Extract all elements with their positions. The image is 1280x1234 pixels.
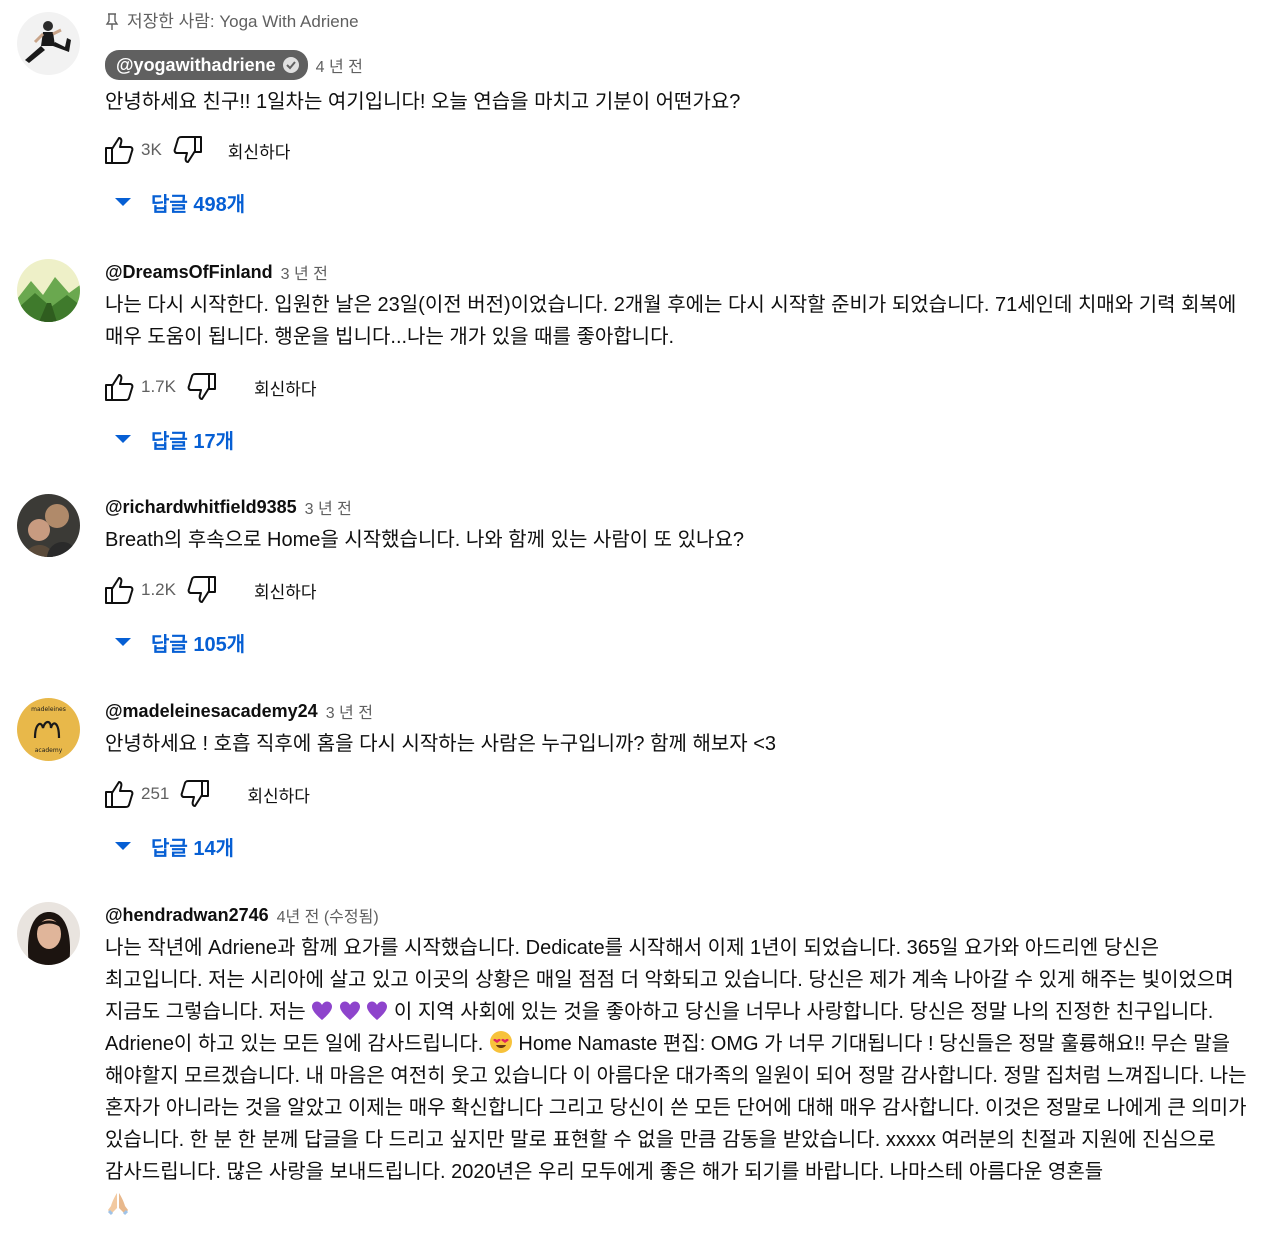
like-count: 251 (141, 784, 170, 803)
dislike-button[interactable] (184, 369, 220, 405)
reply-button[interactable]: 회신하다 (228, 138, 291, 163)
comment-header: @richardwhitfield9385 3 년 전 (105, 492, 1260, 522)
author-name[interactable]: @DreamsOfFinland (105, 262, 273, 283)
like-button[interactable] (101, 776, 137, 812)
action-bar: 251 회신하다 (101, 774, 1260, 814)
comment-text: 나는 다시 시작한다. 입원한 날은 23일(이전 버전)이었습니다. 2개월 … (105, 294, 1237, 348)
comment-text: Breath의 후속으로 Home을 시작했습니다. 나와 함께 있는 사람이 … (105, 529, 744, 551)
like-button[interactable] (101, 132, 137, 168)
like-icon (105, 374, 134, 401)
reply-button[interactable]: 회신하다 (247, 782, 310, 807)
timestamp[interactable]: 3 년 전 (281, 260, 328, 284)
comment-body: 저장한 사람: Yoga With Adriene @yogawithadrie… (105, 10, 1260, 220)
replies-label: 답글 105개 (151, 633, 246, 656)
replies-label: 답글 498개 (151, 193, 246, 216)
comment-text-part: Home Namaste 편집: OMG 가 너무 기대됩니다 ! 당신들은 정… (105, 1033, 1247, 1183)
avatar[interactable] (17, 902, 80, 965)
caret-down-icon (115, 842, 131, 850)
action-bar: 1.2K 회신하다 (101, 570, 1260, 610)
author-name[interactable]: @hendradwan2746 (105, 905, 269, 926)
reply-button[interactable]: 회신하다 (254, 375, 317, 400)
comment-text: 안녕하세요 친구!! 1일차는 여기입니다! 오늘 연습을 마치고 기분이 어떤… (105, 91, 741, 113)
like-icon (105, 137, 134, 164)
replies-toggle[interactable]: 답글 498개 (115, 184, 1260, 220)
author-name[interactable]: @yogawithadriene (105, 50, 308, 80)
dislike-icon (187, 373, 216, 400)
verified-icon (282, 56, 300, 74)
heart-eyes-emoji (489, 1030, 513, 1054)
timestamp[interactable]: 4 년 전 (316, 53, 363, 77)
comment-body: @richardwhitfield9385 3 년 전 Breath의 후속으로… (105, 492, 1260, 660)
comment-text: 안녕하세요 ! 호흡 직후에 홈을 다시 시작하는 사람은 누구입니까? 함께 … (105, 733, 777, 755)
like-count: 1.2K (141, 580, 176, 599)
avatar[interactable] (17, 494, 80, 557)
comment-header: @DreamsOfFinland 3 년 전 (105, 257, 1260, 287)
avatar-logo-text-top: madeleines (31, 706, 66, 713)
dislike-icon (173, 136, 202, 163)
comment-body: @madeleinesacademy24 3 년 전 안녕하세요 ! 호흡 직후… (105, 696, 1260, 864)
caret-down-icon (115, 638, 131, 646)
pinned-text: 저장한 사람: Yoga With Adriene (127, 12, 359, 31)
avatar[interactable]: madeleines academy (17, 698, 80, 761)
purple-heart-emoji (311, 1000, 333, 1022)
caret-down-icon (115, 435, 131, 443)
author-name[interactable]: @richardwhitfield9385 (105, 497, 297, 518)
author-name[interactable]: @madeleinesacademy24 (105, 701, 318, 722)
dislike-button[interactable] (184, 572, 220, 608)
avatar[interactable] (17, 12, 80, 75)
comment-text: 나는 작년에 Adriene과 함께 요가를 시작했습니다. Dedicate를… (105, 932, 1260, 1220)
action-bar: 3K 회신하다 (101, 130, 1260, 170)
like-count: 1.7K (141, 377, 176, 396)
purple-heart-emoji (366, 1000, 388, 1022)
folded-hands-emoji (105, 1190, 131, 1216)
replies-toggle[interactable]: 답글 17개 (115, 421, 1260, 457)
purple-heart-emoji (339, 1000, 361, 1022)
like-count: 3K (141, 140, 162, 159)
dislike-button[interactable] (170, 132, 206, 168)
comment-header: @hendradwan2746 4년 전 (수정됨) (105, 900, 1260, 930)
timestamp[interactable]: 3 년 전 (326, 699, 373, 723)
avatar-logo-text-bottom: academy (35, 747, 63, 754)
comment-header: @madeleinesacademy24 3 년 전 (105, 696, 1260, 726)
timestamp[interactable]: 3 년 전 (305, 495, 352, 519)
pinned-label: 저장한 사람: Yoga With Adriene (105, 10, 1260, 34)
action-bar: 1.7K 회신하다 (101, 367, 1260, 407)
dislike-button[interactable] (177, 776, 213, 812)
comment-body: @DreamsOfFinland 3 년 전 나는 다시 시작한다. 입원한 날… (105, 257, 1260, 457)
like-button[interactable] (101, 572, 137, 608)
dislike-icon (180, 780, 210, 807)
replies-toggle[interactable]: 답글 105개 (115, 624, 1260, 660)
caret-down-icon (115, 198, 131, 206)
author-label: @yogawithadriene (116, 54, 276, 75)
pin-icon (105, 13, 119, 31)
replies-toggle[interactable]: 답글 14개 (115, 828, 1260, 864)
dislike-icon (187, 576, 216, 603)
comment-header: @yogawithadriene 4 년 전 (105, 50, 1260, 80)
comment-body: @hendradwan2746 4년 전 (수정됨) 나는 작년에 Adrien… (105, 900, 1260, 1220)
avatar[interactable] (17, 259, 80, 322)
like-icon (105, 577, 134, 604)
reply-button[interactable]: 회신하다 (254, 578, 317, 603)
timestamp[interactable]: 4년 전 (수정됨) (277, 903, 379, 927)
replies-label: 답글 14개 (151, 837, 235, 860)
replies-label: 답글 17개 (151, 430, 235, 453)
like-button[interactable] (101, 369, 137, 405)
like-icon (105, 781, 134, 808)
